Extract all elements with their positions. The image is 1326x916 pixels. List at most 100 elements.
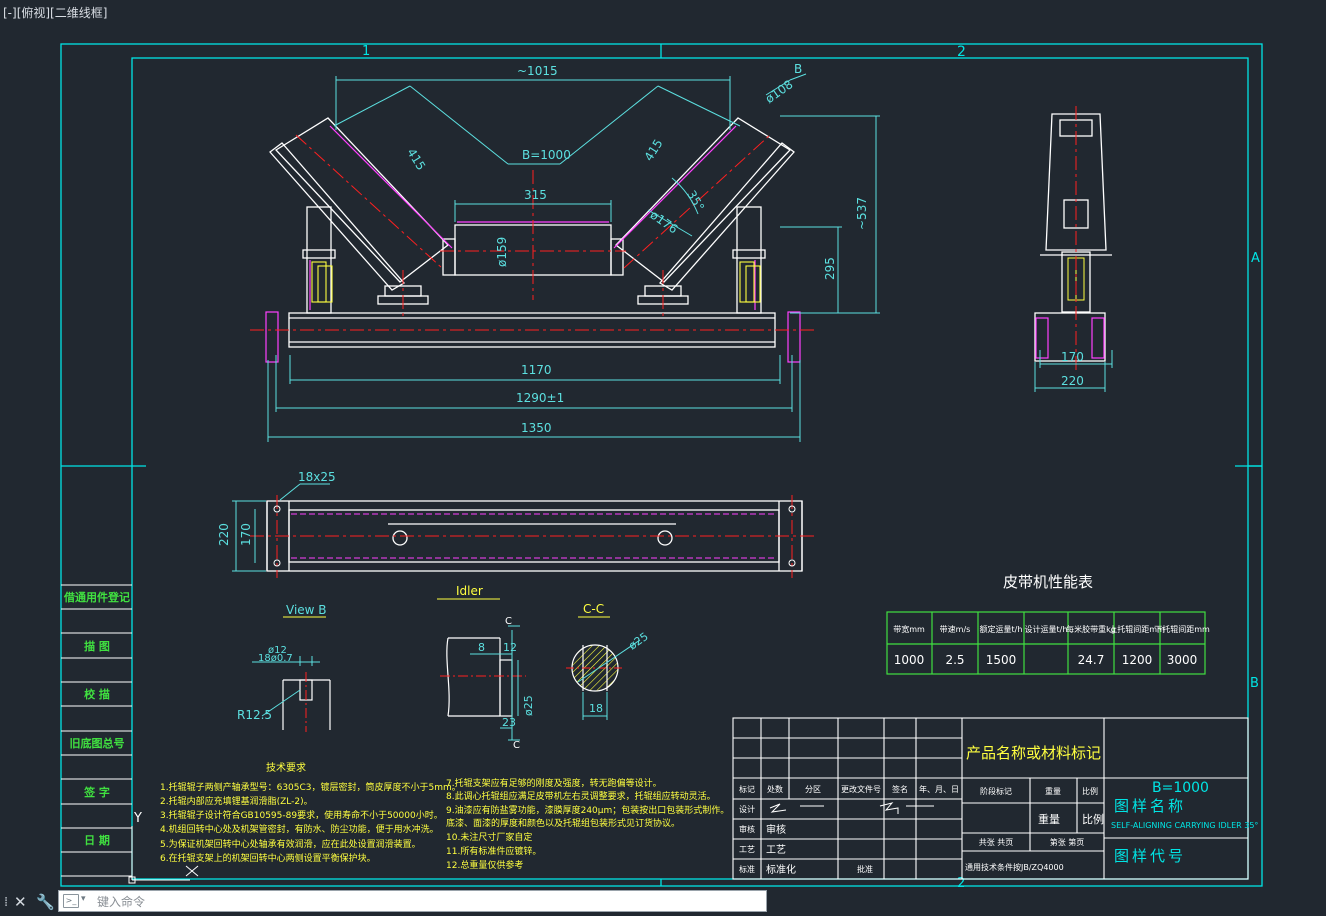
side-dim-170: 170 [1061, 350, 1084, 364]
cad-drawing-canvas[interactable]: 1 2 2 A B ~1015 B=1000 415 415 ø108 B 35… [0, 0, 1326, 916]
zone-col-1: 1 [362, 44, 370, 59]
command-input[interactable] [95, 892, 759, 912]
dim-overall: ~1015 [517, 64, 558, 78]
idler-dim-23: 23 [502, 716, 516, 729]
tb-head-qianming: 签名 [892, 784, 908, 794]
idler-dim-12: 12 [503, 641, 517, 654]
idler-c-top: C [505, 616, 512, 627]
panel-qianzi: 签 字 [83, 785, 110, 799]
tb-belt-width: B=1000 [1152, 780, 1209, 796]
idler-dim-8: 8 [478, 641, 485, 654]
panel-jiaomiao: 校 描 [84, 687, 110, 701]
command-line-box[interactable]: >_ ▾ [58, 890, 767, 912]
wrench-icon[interactable]: 🔧 [36, 893, 55, 911]
dim-width-1290: 1290±1 [516, 391, 564, 405]
tb-role-val-biaozhun: 标准化 [766, 863, 796, 876]
designer-signature [769, 802, 934, 814]
perf-value-lower: 3000 [1167, 653, 1198, 667]
tb-weight-head: 重量 [1045, 786, 1061, 796]
tb-scale-head: 比例 [1082, 786, 1098, 796]
zone-row-b: B [1250, 676, 1259, 691]
side-view: 170 220 [1034, 106, 1113, 392]
idler-dim-d25: ø25 [522, 695, 535, 716]
command-bar: ⁞ ✕ 🔧 >_ ▾ [0, 888, 1326, 916]
performance-table: 皮带机性能表 带宽mm 带速m/s 额定运量t/h 设计运量t/h 每米胶带重k… [886, 573, 1210, 675]
tb-product-name: 产品名称或材料标记 [966, 744, 1101, 762]
dim-roll-left: 415 [404, 146, 428, 173]
plan-dim-220: 220 [217, 523, 231, 546]
plan-slot-dim: 18x25 [298, 470, 336, 484]
tech-left-6: 6.在托辊支架上的机架回转中心两侧设置平衡保护块。 [160, 852, 376, 864]
tb-head-biaoji: 标记 [739, 784, 755, 794]
detail-idler: Idler C C 8 12 23 ø25 [437, 584, 535, 751]
grip-icon[interactable]: ⁞ [4, 895, 8, 910]
dim-height-295: 295 [823, 257, 837, 280]
tech-right-10: 10.未注尺寸厂家自定 [446, 831, 532, 843]
tb-total: 共张 共页 [979, 838, 1014, 847]
idler-title: Idler [456, 584, 483, 598]
ucs-y-label: Y [133, 811, 142, 826]
front-view: ~1015 B=1000 415 415 ø108 B 35° ø176 315… [250, 62, 880, 442]
tb-drawing-name: 图样名称 [1114, 797, 1186, 815]
chevron-down-icon[interactable]: ▾ [81, 894, 86, 904]
perf-value-upper: 1200 [1122, 653, 1153, 667]
tech-right-9: 9.油漆应有防盐雾功能，漆膜厚度240μm；包装按出口包装形式制作。 [446, 804, 729, 816]
view-b-title: View B [286, 603, 327, 617]
perf-header-lower: 下托辊间距mm [1154, 624, 1210, 634]
tb-role-gongyi: 工艺 [739, 845, 755, 854]
side-registration-panel: 借通用件登记 描 图 校 描 旧底图总号 签 字 日 期 [61, 584, 132, 877]
command-prompt-icon[interactable]: >_ [63, 894, 79, 908]
perf-value-weight: 24.7 [1078, 653, 1105, 667]
dim-width-1350: 1350 [521, 421, 552, 435]
perf-header-width: 带宽mm [893, 624, 925, 634]
panel-jiudi: 旧底图总号 [70, 736, 125, 750]
tb-drawing-code: 图样代号 [1114, 847, 1186, 865]
dim-roll-diameter: ø108 [763, 77, 796, 106]
tech-title: 技术要求 [266, 761, 306, 774]
cc-title: C-C [583, 602, 604, 616]
idler-c-bottom: C [513, 740, 520, 751]
view-b-marker: B [794, 62, 802, 76]
tech-left-3: 3.托辊辊子设计符合GB10595-89要求，使用寿命不小于50000小时。 [160, 809, 443, 821]
tb-role-sheji: 设计 [739, 804, 755, 814]
dim-height-537: ~537 [855, 197, 869, 230]
tb-weight-val: 重量 [1038, 812, 1060, 826]
perf-header-rated: 额定运量t/h [980, 624, 1023, 634]
tech-left-2: 2.托辊内部应充填锂基润滑脂(ZL-2)。 [160, 795, 313, 807]
perf-value-width: 1000 [894, 653, 925, 667]
perf-header-speed: 带速m/s [940, 625, 971, 634]
close-icon[interactable]: ✕ [14, 893, 27, 911]
panel-miaotu: 描 图 [84, 639, 110, 653]
tb-page: 第张 第页 [1050, 837, 1085, 847]
tb-head-genggai: 更改文件号 [841, 784, 881, 794]
tb-stage: 阶段标记 [980, 786, 1012, 796]
detail-section-cc: C-C ø25 18 [566, 602, 651, 720]
tb-role-val-gongyi: 工艺 [766, 844, 786, 856]
dim-dia-159: ø159 [495, 237, 509, 267]
detail-radius: R12.5 [237, 708, 272, 722]
side-dim-220: 220 [1061, 374, 1084, 388]
tech-right-9b: 底漆、面漆的厚度和颜色以及托辊组包装形式见订货协议。 [446, 817, 680, 829]
tech-right-12: 12.总重量仅供参考 [446, 859, 523, 871]
zone-col-2: 2 [957, 44, 966, 60]
detail-d18: 18ø0.7 [258, 653, 293, 664]
tech-right-8: 8.此调心托辊组应满足皮带机左右灵调整要求，托辊组应转动灵活。 [446, 790, 716, 802]
technical-requirements: 技术要求 1.托辊辊子两侧产轴承型号：6305C3，镀层密封，筒皮厚度不小于5m… [160, 761, 729, 871]
tb-role-shenhe: 审核 [739, 824, 755, 834]
title-block: 产品名称或材料标记 标记 处数 分区 更改文件号 签名 年、月、日 设计 审核 … [732, 717, 1258, 880]
tb-role-val-shenhe: 审核 [766, 823, 786, 836]
cc-dim-18: 18 [589, 702, 603, 715]
cc-dim-d25: ø25 [626, 630, 650, 653]
dim-center-length: 315 [524, 188, 547, 202]
tb-std: 通用技术条件按JB/ZQ4000 [965, 862, 1064, 872]
panel-tongyong: 借通用件登记 [63, 590, 130, 604]
perf-value-rated: 1500 [986, 653, 1017, 667]
tb-head-date: 年、月、日 [919, 784, 959, 794]
detail-view-b: View B ø12 18ø0.7 R12.5 [237, 603, 331, 732]
tech-left-5: 5.为保证机架回转中心处轴承有效润滑，应在此处设置润滑装置。 [160, 838, 421, 850]
tech-right-7: 7.托辊支架应有足够的刚度及强度，转无跑偏等设计。 [446, 777, 662, 789]
tb-role-biaozhun: 标准 [739, 864, 755, 874]
panel-riqi: 日 期 [84, 833, 110, 847]
perf-value-speed: 2.5 [945, 653, 964, 667]
tb-head-fenqu: 分区 [805, 785, 821, 794]
